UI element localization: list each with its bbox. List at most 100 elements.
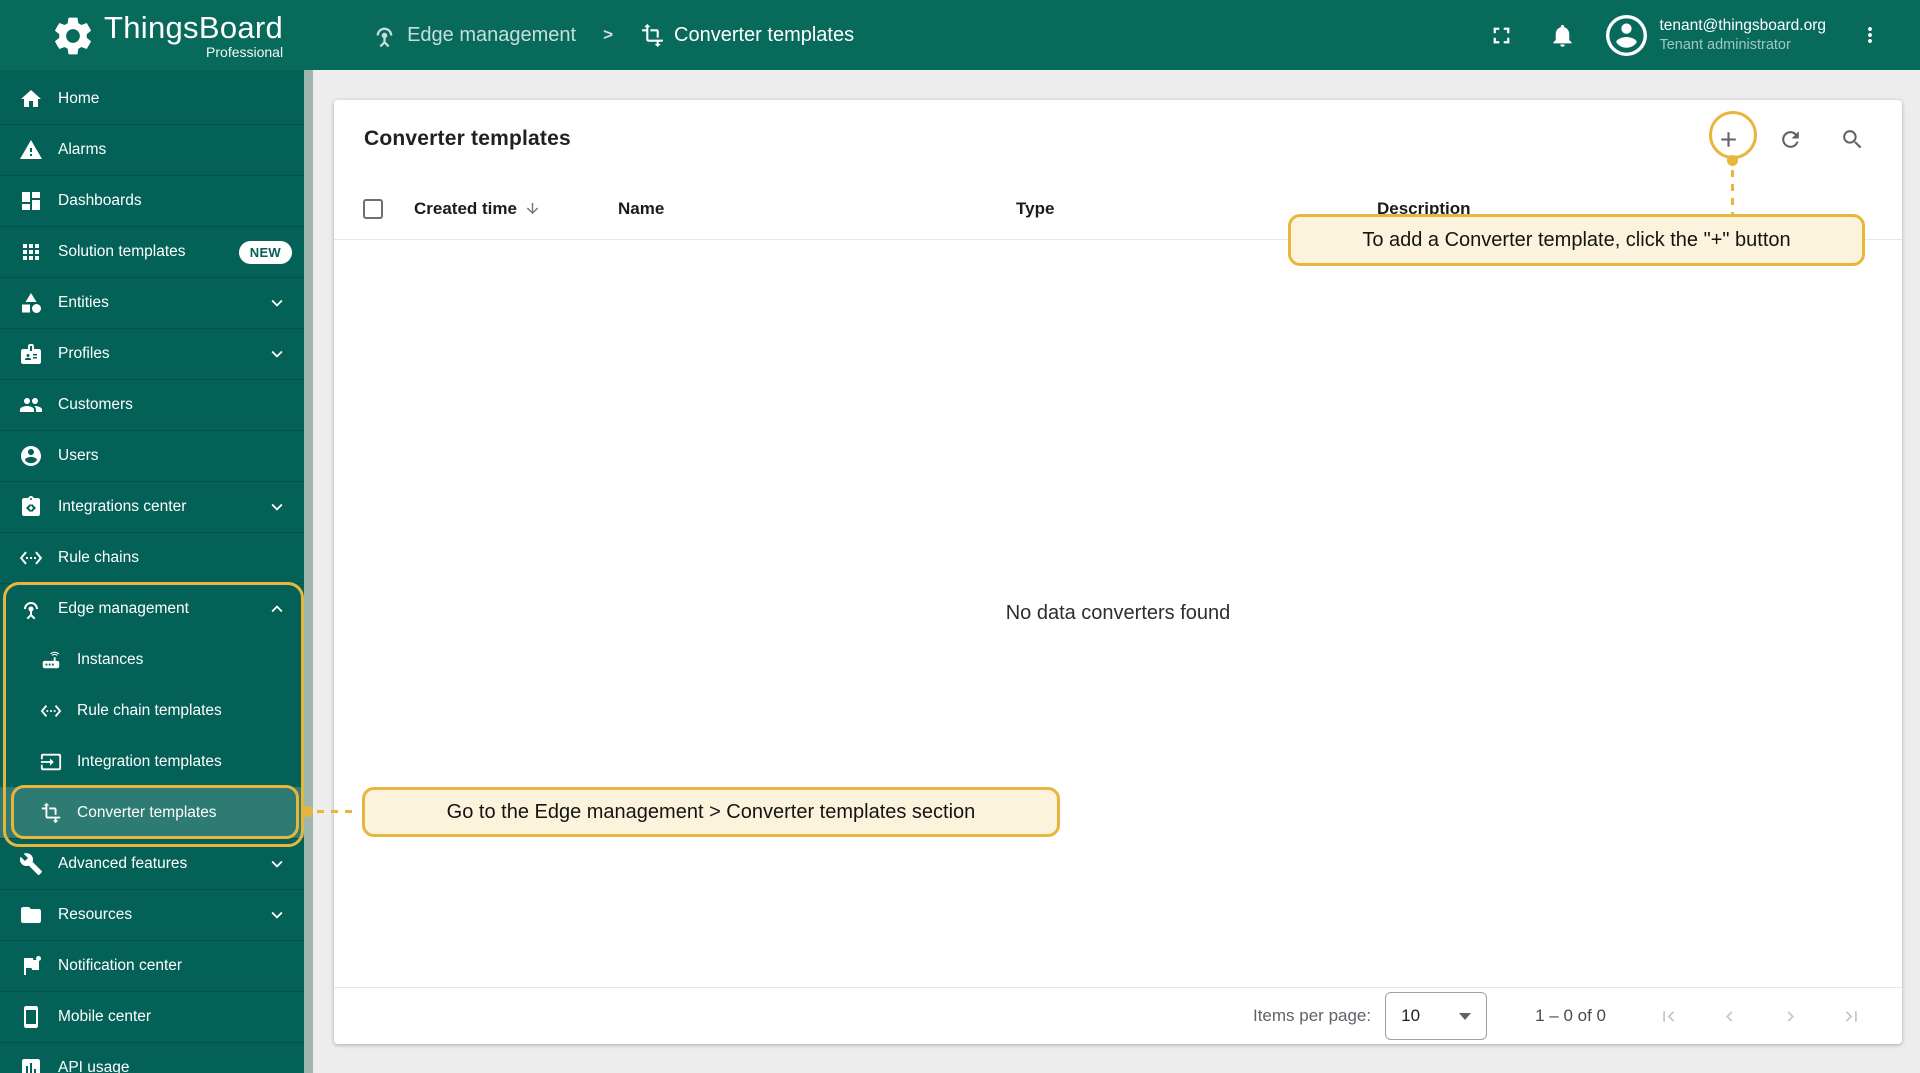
- sidebar-item-dashboards[interactable]: Dashboards: [0, 175, 305, 226]
- sidebar-item-users[interactable]: Users: [0, 430, 305, 481]
- page-title: Converter templates: [364, 127, 571, 150]
- callout-navigate: Go to the Edge management > Converter te…: [362, 787, 1060, 837]
- tools-icon: [19, 853, 42, 875]
- page-size-value: 10: [1401, 1006, 1421, 1025]
- account-circle-icon: [1609, 17, 1645, 53]
- sidebar-item-resources[interactable]: Resources: [0, 889, 305, 940]
- ethernet-icon: [19, 551, 43, 565]
- top-header: ThingsBoard Professional Edge management…: [0, 0, 1920, 70]
- empty-state-message: No data converters found: [1005, 602, 1231, 624]
- chevron-down-icon: [271, 299, 283, 307]
- converter-templates-item-highlight: [11, 785, 299, 839]
- sidebar-scrollbar[interactable]: [304, 70, 313, 1073]
- thingsboard-logo-icon: [55, 17, 91, 54]
- sidebar-item-api-usage[interactable]: API usage: [0, 1042, 305, 1073]
- fullscreen-button[interactable]: [1488, 22, 1515, 49]
- dashboard-icon: [22, 192, 40, 210]
- sidebar-item-label: Customers: [58, 396, 133, 413]
- sidebar-item-rule-chains[interactable]: Rule chains: [0, 532, 305, 583]
- next-page-button[interactable]: [1780, 1006, 1801, 1027]
- first-page-button[interactable]: [1658, 1006, 1679, 1027]
- integration-icon: [22, 496, 40, 516]
- antenna-icon: [376, 27, 393, 47]
- last-page-button[interactable]: [1841, 1006, 1862, 1027]
- add-button-highlight-ring: [1709, 111, 1757, 159]
- connector-dashed-line-vertical: [1731, 170, 1734, 214]
- sidebar: Home Alarms Dashboards Solution template…: [0, 70, 313, 1073]
- folder-icon: [21, 907, 41, 923]
- connector-dot: [1727, 155, 1738, 166]
- callout-add-template: To add a Converter template, click the "…: [1288, 214, 1865, 266]
- sidebar-item-label: Home: [58, 89, 100, 107]
- sidebar-item-label: Solution templates: [58, 243, 186, 260]
- breadcrumb-parent-label: Edge management: [407, 23, 577, 46]
- sidebar-item-label: Alarms: [58, 141, 107, 158]
- sidebar-item-profiles[interactable]: Profiles: [0, 328, 305, 379]
- more-menu-button[interactable]: [1858, 23, 1882, 47]
- breadcrumb-current-label: Converter templates: [674, 23, 855, 46]
- pagination-range: 1 – 0 of 0: [1535, 1006, 1606, 1025]
- previous-page-button[interactable]: [1719, 1006, 1740, 1027]
- sidebar-item-label: API usage: [58, 1059, 130, 1073]
- sidebar-item-alarms[interactable]: Alarms: [0, 124, 305, 175]
- sidebar-nav: Home Alarms Dashboards Solution template…: [0, 70, 305, 1073]
- search-icon: [1843, 129, 1862, 148]
- items-per-page-label: Items per page:: [1252, 1006, 1372, 1025]
- column-header-created-time[interactable]: Created time: [414, 199, 618, 219]
- user-info[interactable]: tenant@thingsboard.org Tenant administra…: [1659, 16, 1826, 55]
- refresh-icon: [1782, 130, 1799, 148]
- new-badge: NEW: [238, 240, 292, 264]
- brand-name: ThingsBoard: [104, 9, 284, 45]
- user-avatar[interactable]: [1606, 14, 1648, 56]
- thingsboard-logo[interactable]: ThingsBoard Professional: [50, 9, 284, 60]
- breadcrumb: Edge management > Converter templates: [371, 22, 854, 49]
- sidebar-item-solution-templates[interactable]: Solution templates NEW: [0, 226, 305, 277]
- warning-icon: [20, 140, 42, 159]
- kebab-menu-icon: [1868, 27, 1872, 43]
- paginator: Items per page: 10 1 – 0 of 0: [334, 987, 1902, 1044]
- account-icon: [21, 446, 41, 466]
- sidebar-item-mobile-center[interactable]: Mobile center: [0, 991, 305, 1042]
- sidebar-item-label: Users: [58, 447, 99, 464]
- select-all-checkbox[interactable]: [363, 198, 383, 219]
- sidebar-item-notification-center[interactable]: Notification center: [0, 940, 305, 991]
- flag-icon: [24, 956, 41, 975]
- breadcrumb-converter-templates[interactable]: Converter templates: [640, 23, 854, 48]
- page-size-select[interactable]: 10: [1385, 992, 1488, 1040]
- card-header: Converter templates: [334, 100, 1902, 178]
- column-header-name[interactable]: Name: [618, 199, 1016, 219]
- chevron-right-icon: [1787, 1010, 1794, 1022]
- home-icon: [21, 89, 41, 107]
- user-role: Tenant administrator: [1659, 36, 1791, 53]
- sidebar-item-label: Integrations center: [58, 498, 187, 515]
- category-icon: [22, 293, 41, 313]
- user-email: tenant@thingsboard.org: [1659, 16, 1826, 34]
- badge-icon: [21, 344, 41, 364]
- transform-icon: [642, 23, 663, 47]
- notifications-button[interactable]: [1549, 22, 1576, 49]
- bell-icon: [1553, 24, 1572, 47]
- sidebar-item-label: Entities: [58, 294, 109, 311]
- header-actions: tenant@thingsboard.org Tenant administra…: [1488, 14, 1882, 56]
- breadcrumb-edge-management[interactable]: Edge management: [371, 22, 576, 49]
- sidebar-item-entities[interactable]: Entities: [0, 277, 305, 328]
- search-button[interactable]: [1840, 127, 1865, 152]
- sidebar-item-integrations-center[interactable]: Integrations center: [0, 481, 305, 532]
- first-page-icon: [1663, 1010, 1675, 1022]
- smartphone-icon: [24, 1006, 38, 1028]
- chevron-down-icon: [271, 503, 283, 511]
- sidebar-item-label: Resources: [58, 906, 133, 923]
- sort-desc-arrow-icon: [526, 202, 539, 215]
- chevron-down-icon: [271, 350, 283, 358]
- chart-icon: [22, 1059, 40, 1073]
- connector-dot: [302, 806, 313, 817]
- last-page-icon: [1845, 1010, 1857, 1022]
- callout-text: Go to the Edge management > Converter te…: [446, 800, 976, 823]
- chevron-left-icon: [1726, 1010, 1733, 1022]
- sidebar-item-customers[interactable]: Customers: [0, 379, 305, 430]
- refresh-button[interactable]: [1778, 127, 1803, 152]
- sidebar-item-label: Dashboards: [58, 192, 142, 209]
- breadcrumb-separator: >: [603, 25, 614, 44]
- sidebar-item-home[interactable]: Home: [0, 73, 305, 124]
- chevron-down-icon: [271, 860, 283, 868]
